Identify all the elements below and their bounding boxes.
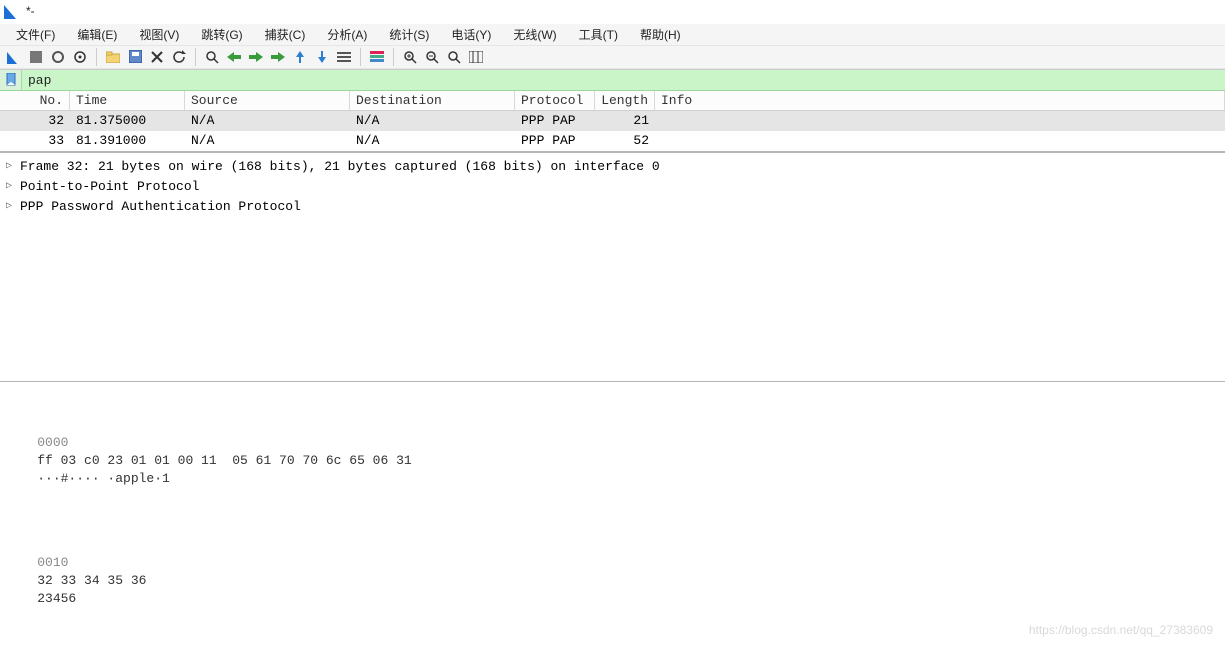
- details-empty: [2, 217, 1223, 377]
- title-bar: *-: [0, 0, 1225, 24]
- chevron-right-icon: ▷: [6, 198, 16, 216]
- capture-options-icon[interactable]: [70, 47, 90, 67]
- menu-help[interactable]: 帮助(H): [630, 24, 691, 45]
- bytes-offset: 0010: [37, 554, 81, 572]
- packet-row[interactable]: 32 81.375000 N/A N/A PPP PAP 21 Authenti…: [0, 111, 1225, 131]
- cell-no: 32: [0, 111, 70, 131]
- filter-bookmark-icon[interactable]: [0, 70, 22, 90]
- detail-text: PPP Password Authentication Protocol: [20, 198, 301, 216]
- save-file-icon[interactable]: [125, 47, 145, 67]
- bytes-hex: ff 03 c0 23 01 01 00 11 05 61 70 70 6c 6…: [37, 452, 437, 470]
- cell-destination: N/A: [350, 131, 515, 151]
- cell-length: 52: [595, 131, 655, 151]
- bytes-hex: 32 33 34 35 36: [37, 572, 437, 590]
- packet-list-pane: No. Time Source Destination Protocol Len…: [0, 91, 1225, 152]
- cell-no: 33: [0, 131, 70, 151]
- cell-length: 21: [595, 111, 655, 131]
- bytes-ascii: ···#···· ·apple·1: [37, 470, 170, 488]
- column-protocol[interactable]: Protocol: [515, 91, 595, 110]
- colorize-icon[interactable]: [367, 47, 387, 67]
- window-title: *-: [26, 4, 35, 18]
- cell-info: Authenticate-Ack (Message='Welcome to us…: [655, 131, 1225, 151]
- open-file-icon[interactable]: [103, 47, 123, 67]
- zoom-reset-icon[interactable]: [444, 47, 464, 67]
- packet-details-pane: ▷Frame 32: 21 bytes on wire (168 bits), …: [0, 152, 1225, 381]
- display-filter-input[interactable]: [22, 70, 1225, 90]
- cell-source: N/A: [185, 111, 350, 131]
- toolbar-separator: [195, 48, 196, 66]
- detail-text: Frame 32: 21 bytes on wire (168 bits), 2…: [20, 158, 660, 176]
- close-file-icon[interactable]: [147, 47, 167, 67]
- menu-wireless[interactable]: 无线(W): [503, 24, 566, 45]
- cell-destination: N/A: [350, 111, 515, 131]
- menu-bar: 文件(F) 编辑(E) 视图(V) 跳转(G) 捕获(C) 分析(A) 统计(S…: [0, 24, 1225, 46]
- packet-row[interactable]: 33 81.391000 N/A N/A PPP PAP 52 Authenti…: [0, 131, 1225, 151]
- menu-file[interactable]: 文件(F): [6, 24, 65, 45]
- zoom-out-icon[interactable]: [422, 47, 442, 67]
- go-back-icon[interactable]: [224, 47, 244, 67]
- cell-time: 81.391000: [70, 131, 185, 151]
- cell-protocol: PPP PAP: [515, 131, 595, 151]
- app-icon: [4, 3, 20, 19]
- cell-source: N/A: [185, 131, 350, 151]
- chevron-right-icon: ▷: [6, 178, 16, 196]
- menu-edit[interactable]: 编辑(E): [67, 24, 127, 45]
- detail-ppp[interactable]: ▷Point-to-Point Protocol: [2, 177, 1223, 197]
- packet-list-header[interactable]: No. Time Source Destination Protocol Len…: [0, 91, 1225, 111]
- go-to-packet-icon[interactable]: [268, 47, 288, 67]
- stop-capture-icon[interactable]: [26, 47, 46, 67]
- menu-tools[interactable]: 工具(T): [569, 24, 628, 45]
- cell-protocol: PPP PAP: [515, 111, 595, 131]
- bytes-ascii: 23456: [37, 590, 76, 608]
- column-source[interactable]: Source: [185, 91, 350, 110]
- bytes-offset: 0000: [37, 434, 81, 452]
- column-no[interactable]: No.: [0, 91, 70, 110]
- go-first-icon[interactable]: [290, 47, 310, 67]
- detail-pap[interactable]: ▷PPP Password Authentication Protocol: [2, 197, 1223, 217]
- detail-text: Point-to-Point Protocol: [20, 178, 199, 196]
- toolbar-separator: [96, 48, 97, 66]
- menu-view[interactable]: 视图(V): [129, 24, 189, 45]
- chevron-right-icon: ▷: [6, 158, 16, 176]
- column-time[interactable]: Time: [70, 91, 185, 110]
- column-info[interactable]: Info: [655, 91, 1225, 110]
- toolbar-separator: [393, 48, 394, 66]
- zoom-in-icon[interactable]: [400, 47, 420, 67]
- column-length[interactable]: Length: [595, 91, 655, 110]
- autoscroll-icon[interactable]: [334, 47, 354, 67]
- start-capture-icon[interactable]: [4, 47, 24, 67]
- go-last-icon[interactable]: [312, 47, 332, 67]
- toolbar-separator: [360, 48, 361, 66]
- menu-analyze[interactable]: 分析(A): [317, 24, 377, 45]
- find-packet-icon[interactable]: [202, 47, 222, 67]
- restart-capture-icon[interactable]: [48, 47, 68, 67]
- bytes-row: 0000 ff 03 c0 23 01 01 00 11 05 61 70 70…: [6, 416, 1219, 506]
- cell-time: 81.375000: [70, 111, 185, 131]
- toolbar: [0, 46, 1225, 70]
- detail-frame[interactable]: ▷Frame 32: 21 bytes on wire (168 bits), …: [2, 157, 1223, 177]
- resize-columns-icon[interactable]: [466, 47, 486, 67]
- menu-stats[interactable]: 统计(S): [379, 24, 439, 45]
- menu-capture[interactable]: 捕获(C): [255, 24, 316, 45]
- bytes-row: 0010 32 33 34 35 36 23456: [6, 536, 1219, 626]
- menu-telephony[interactable]: 电话(Y): [441, 24, 501, 45]
- display-filter-bar: [0, 69, 1225, 91]
- column-destination[interactable]: Destination: [350, 91, 515, 110]
- packet-bytes-pane[interactable]: 0000 ff 03 c0 23 01 01 00 11 05 61 70 70…: [0, 381, 1225, 645]
- menu-go[interactable]: 跳转(G): [191, 24, 252, 45]
- reload-icon[interactable]: [169, 47, 189, 67]
- go-forward-icon[interactable]: [246, 47, 266, 67]
- cell-info: Authenticate-Request (Peer-ID='apple', P…: [655, 111, 1225, 131]
